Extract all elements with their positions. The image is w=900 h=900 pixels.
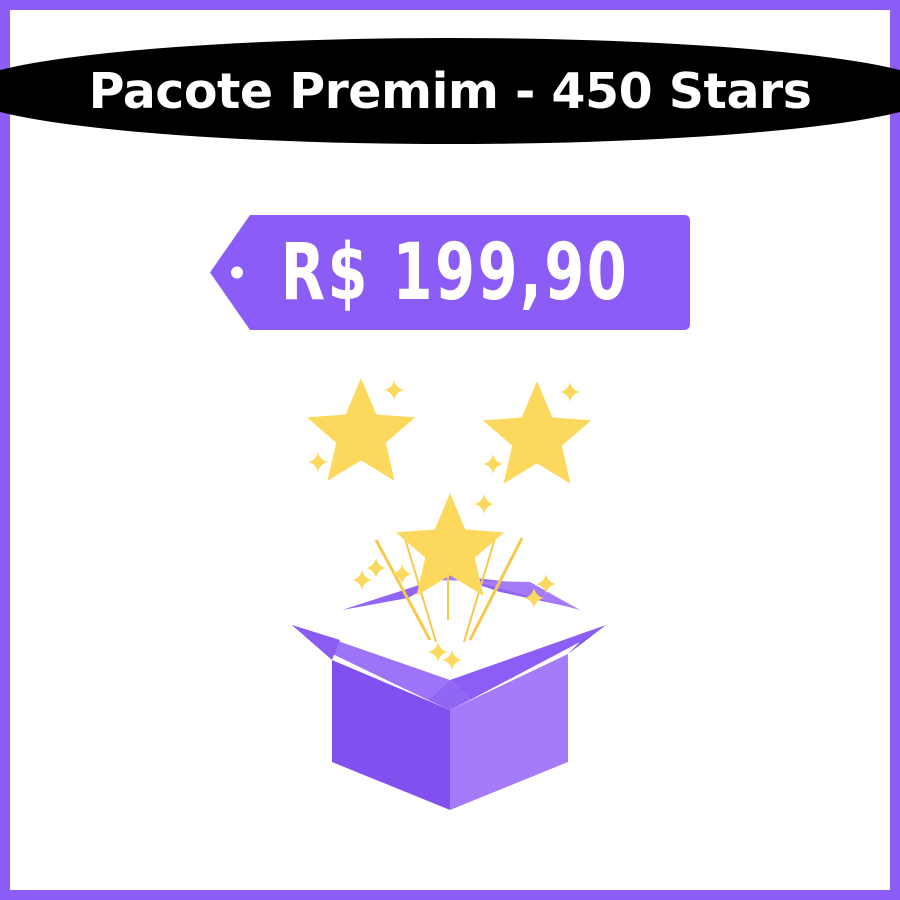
price-label: R$ 199,90 (280, 227, 630, 318)
tag-hole-icon (231, 266, 243, 279)
price-tag: R$ 199,90 (210, 215, 690, 330)
title-banner: Pacote Premim - 450 Stars (0, 38, 900, 144)
star-icon (306, 378, 416, 481)
star-icon (482, 381, 592, 484)
gift-box-with-stars-icon (280, 370, 620, 820)
package-title: Pacote Premim - 450 Stars (88, 62, 812, 120)
